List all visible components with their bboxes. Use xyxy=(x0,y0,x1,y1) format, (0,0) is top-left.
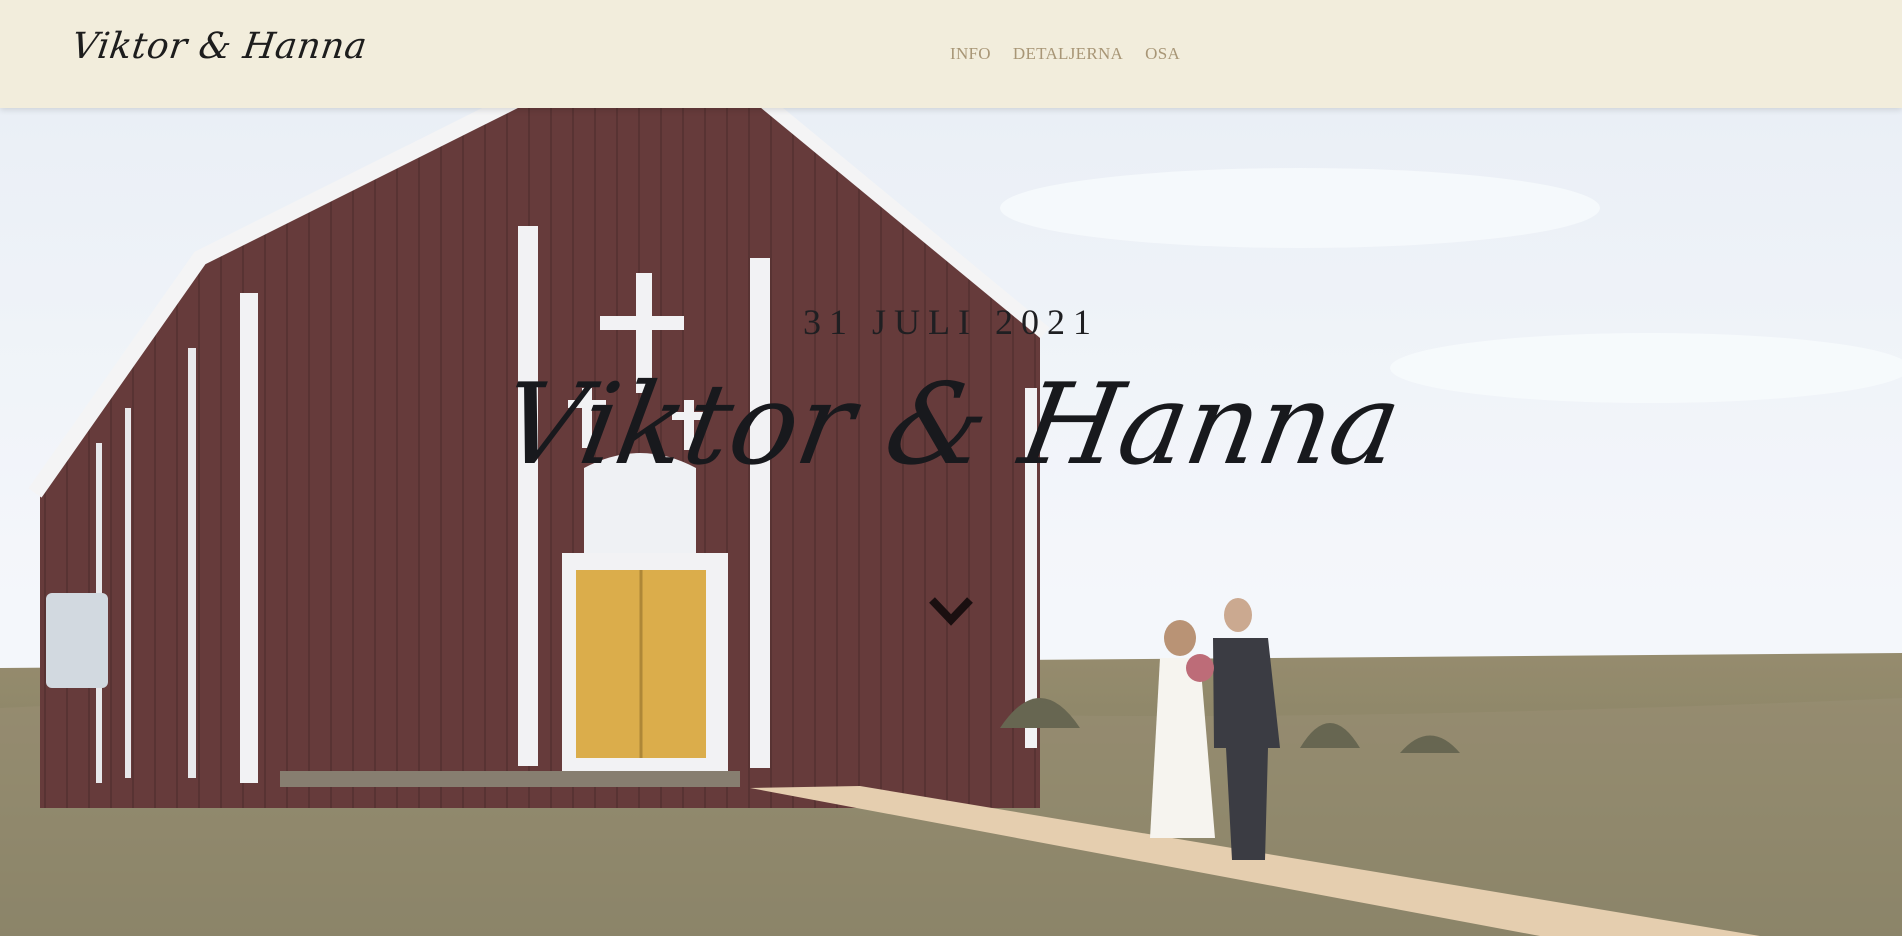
nav-link-detaljerna[interactable]: DETALJERNA xyxy=(1013,44,1123,64)
nav-link-osa[interactable]: OSA xyxy=(1145,44,1180,64)
hero-section: 31 JULI 2021 Viktor & Hanna xyxy=(0,108,1902,936)
chevron-down-icon xyxy=(929,597,973,626)
scroll-down-button[interactable] xyxy=(928,594,974,628)
hero-title: Viktor & Hanna xyxy=(492,360,1410,490)
hero-background-photo xyxy=(0,108,1902,936)
site-logo[interactable]: Viktor & Hanna xyxy=(69,26,369,67)
main-nav: INFO DETALJERNA OSA xyxy=(950,44,1180,64)
site-header: Viktor & Hanna INFO DETALJERNA OSA xyxy=(0,0,1902,108)
nav-link-info[interactable]: INFO xyxy=(950,44,991,64)
wedding-date: 31 JULI 2021 xyxy=(803,302,1099,342)
